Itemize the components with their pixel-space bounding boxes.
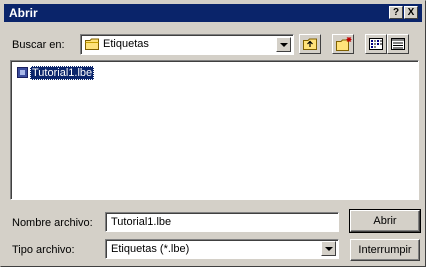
- file-name: Tutorial1.lbe: [30, 66, 95, 80]
- label-file-icon: [17, 67, 28, 78]
- details-view-icon: [391, 38, 405, 53]
- filetype-combo[interactable]: Etiquetas (*.lbe): [105, 239, 339, 259]
- up-one-level-button[interactable]: [299, 34, 321, 54]
- filetype-label: Tipo archivo:: [12, 244, 75, 256]
- details-view-button[interactable]: [387, 34, 409, 54]
- help-icon: ?: [392, 7, 400, 18]
- look-in-value: Etiquetas: [103, 38, 149, 50]
- close-button[interactable]: X: [404, 6, 418, 19]
- new-folder-button[interactable]: [332, 34, 354, 54]
- help-button[interactable]: ?: [389, 6, 403, 19]
- title-bar[interactable]: Abrir ? X: [4, 4, 422, 22]
- file-list[interactable]: Tutorial1.lbe: [10, 60, 419, 200]
- folder-icon: [85, 38, 99, 50]
- filename-label: Nombre archivo:: [12, 217, 93, 229]
- up-folder-icon: [303, 38, 317, 53]
- cancel-button[interactable]: Interrumpir: [350, 239, 420, 261]
- look-in-label: Buscar en:: [12, 39, 65, 51]
- list-view-icon: [369, 38, 383, 53]
- window-title: Abrir: [9, 6, 38, 20]
- look-in-combo[interactable]: Etiquetas: [80, 34, 294, 55]
- list-view-button[interactable]: [365, 34, 387, 54]
- new-folder-icon: [336, 37, 352, 54]
- look-in-dropdown-button[interactable]: [276, 37, 291, 52]
- filename-field[interactable]: Tutorial1.lbe: [105, 212, 339, 232]
- open-button[interactable]: Abrir: [349, 209, 421, 233]
- filetype-value: Etiquetas (*.lbe): [111, 243, 190, 255]
- filetype-dropdown-button[interactable]: [321, 241, 336, 256]
- open-dialog: Abrir ? X Buscar en: Etiquetas Tutorial1…: [0, 0, 426, 267]
- close-icon: X: [407, 7, 415, 18]
